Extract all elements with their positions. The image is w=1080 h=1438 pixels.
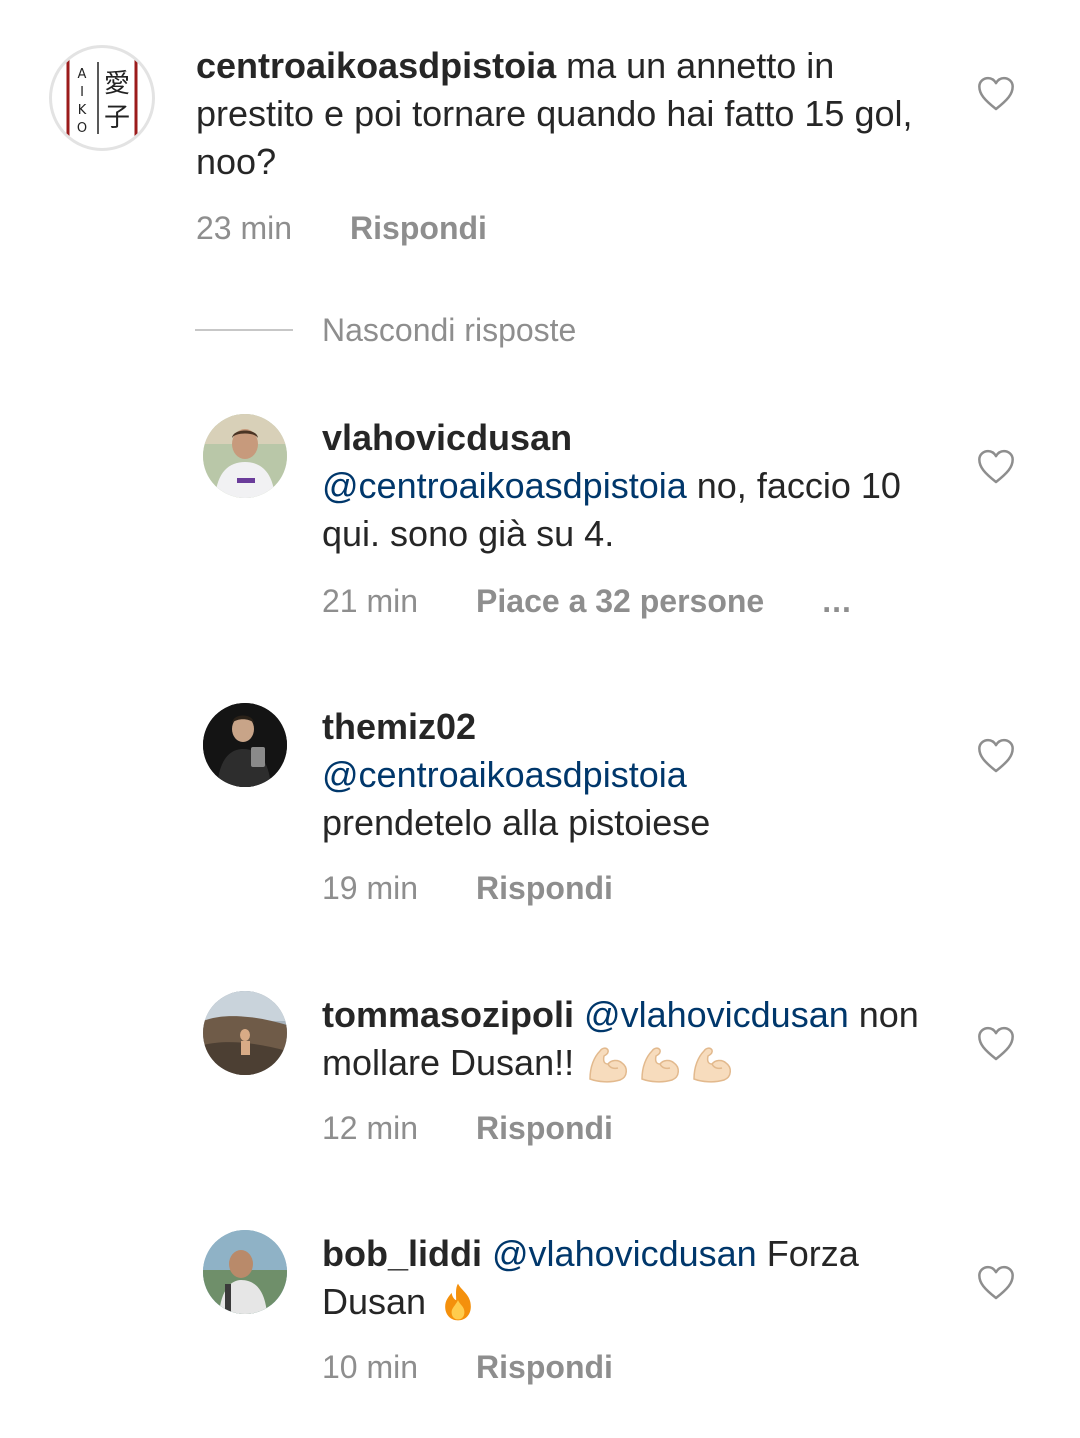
reply-button[interactable]: Rispondi: [350, 210, 487, 246]
heart-icon[interactable]: [976, 1263, 1016, 1303]
hide-replies-label: Nascondi risposte: [322, 312, 577, 348]
heart-icon[interactable]: [976, 736, 1016, 776]
comment-meta: 10 min Rispondi: [322, 1347, 613, 1387]
avatar[interactable]: [203, 991, 287, 1075]
comment-body: bob_liddi @vlahovicdusan Forza Dusan: [322, 1230, 932, 1328]
likes-count[interactable]: Piace a 32 persone: [476, 583, 764, 619]
heart-icon[interactable]: [976, 74, 1016, 114]
timestamp: 23 min: [196, 210, 293, 246]
profile-photo-icon: [203, 1230, 287, 1314]
timestamp: 21 min: [322, 583, 419, 619]
svg-text:A: A: [78, 67, 87, 82]
reply-button[interactable]: Rispondi: [476, 870, 613, 906]
flexed-biceps-icon: [584, 1039, 736, 1091]
comment-meta: 21 min Piace a 32 persone...: [322, 581, 852, 621]
svg-text:K: K: [78, 103, 87, 118]
avatar[interactable]: [203, 414, 287, 498]
profile-photo-icon: [203, 991, 287, 1075]
comment-meta: 23 min Rispondi: [196, 208, 487, 248]
avatar[interactable]: [203, 703, 287, 787]
fire-icon: [436, 1280, 480, 1328]
heart-icon[interactable]: [976, 447, 1016, 487]
mention-link[interactable]: @centroaikoasdpistoia: [322, 751, 922, 799]
comment-meta: 19 min Rispondi: [322, 868, 613, 908]
timestamp: 10 min: [322, 1349, 419, 1385]
comment-text: prendetelo alla pistoiese: [322, 802, 711, 843]
username[interactable]: themiz02: [322, 703, 922, 751]
comment-meta: 12 min Rispondi: [322, 1108, 613, 1148]
comment-body: tommasozipoli @vlahovicdusan non mollare…: [322, 991, 932, 1091]
mention-link[interactable]: @centroaikoasdpistoia: [322, 465, 687, 506]
timestamp: 19 min: [322, 870, 419, 906]
svg-text:愛: 愛: [104, 69, 130, 99]
username[interactable]: bob_liddi: [322, 1233, 482, 1274]
comment-body: centroaikoasdpistoia ma un annetto in pr…: [196, 42, 936, 186]
divider: [195, 329, 293, 331]
reply-button[interactable]: Rispondi: [476, 1349, 613, 1385]
username[interactable]: tommasozipoli: [322, 994, 574, 1035]
mention-link[interactable]: @vlahovicdusan: [492, 1233, 757, 1274]
svg-text:O: O: [77, 121, 87, 136]
avatar[interactable]: [203, 1230, 287, 1314]
comment-body: themiz02 @centroaikoasdpistoia prendetel…: [322, 703, 922, 847]
comment-body: vlahovicdusan @centroaikoasdpistoia no, …: [322, 414, 922, 558]
timestamp: 12 min: [322, 1110, 419, 1146]
username[interactable]: vlahovicdusan: [322, 414, 922, 462]
mention-link[interactable]: @vlahovicdusan: [584, 994, 849, 1035]
heart-icon[interactable]: [976, 1024, 1016, 1064]
profile-photo-icon: [203, 703, 287, 787]
more-options-button[interactable]: ...: [822, 583, 852, 619]
avatar[interactable]: A I K O 愛 子: [49, 45, 155, 151]
reply-button[interactable]: Rispondi: [476, 1110, 613, 1146]
username[interactable]: centroaikoasdpistoia: [196, 45, 556, 86]
aiko-logo-icon: A I K O 愛 子: [66, 54, 138, 142]
svg-text:子: 子: [104, 103, 130, 133]
svg-text:I: I: [80, 85, 84, 100]
profile-photo-icon: [203, 414, 287, 498]
